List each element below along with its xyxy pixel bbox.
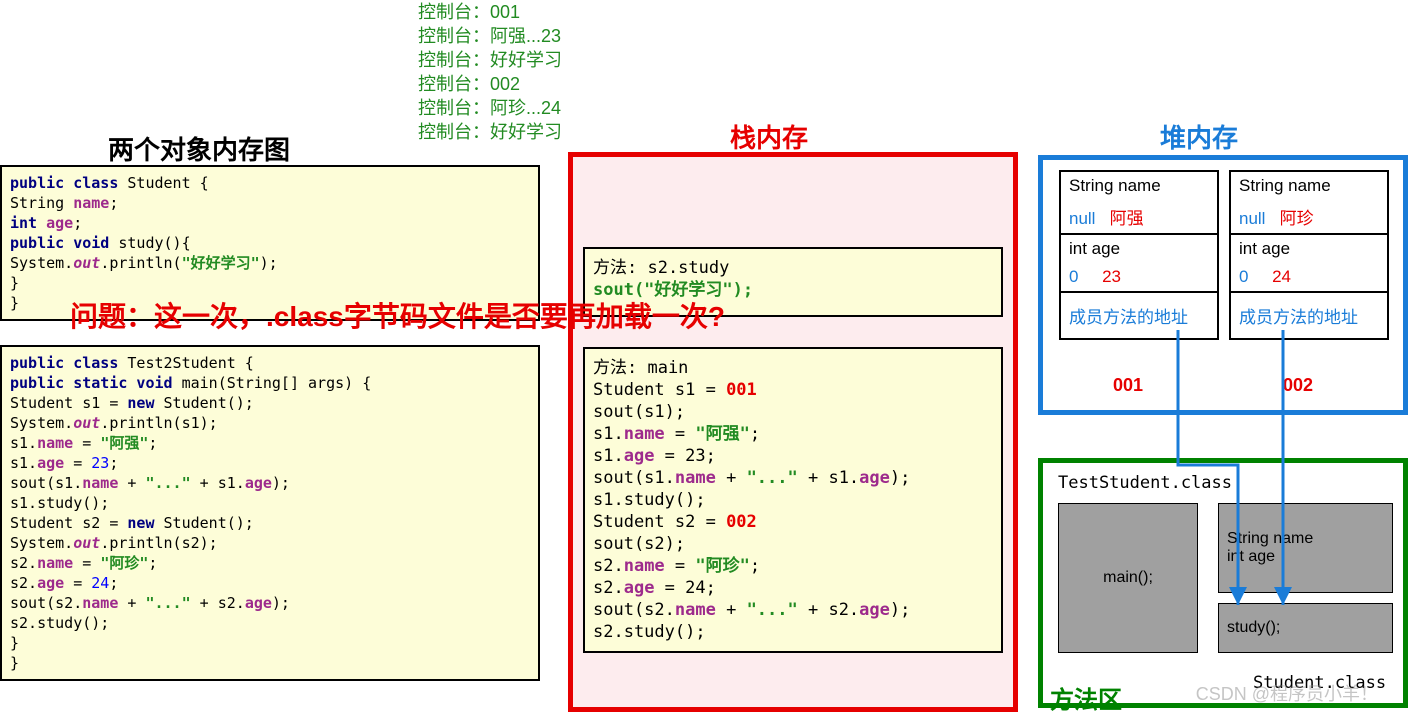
stack-title: 栈内存 bbox=[730, 118, 808, 155]
code-test-class: public class Test2Student { public stati… bbox=[0, 345, 540, 681]
object-s2: String name null 阿珍 int age 0 24 成员方法的地址 bbox=[1229, 170, 1389, 340]
console-line: 控制台：好好学习 bbox=[418, 120, 562, 144]
console-line: 控制台：阿强...23 bbox=[418, 24, 562, 48]
heap-title: 堆内存 bbox=[1160, 118, 1238, 155]
method-area-title: 方法区 bbox=[1050, 680, 1122, 715]
console-line: 控制台：001 bbox=[418, 0, 562, 24]
arrows bbox=[1038, 330, 1408, 620]
diagram-title: 两个对象内存图 bbox=[108, 130, 290, 167]
object-s1: String name null 阿强 int age 0 23 成员方法的地址 bbox=[1059, 170, 1219, 340]
console-output: 控制台：001 控制台：阿强...23 控制台：好好学习 控制台：002 控制台… bbox=[418, 0, 562, 144]
console-line: 控制台：好好学习 bbox=[418, 48, 562, 72]
console-line: 控制台：002 bbox=[418, 72, 562, 96]
watermark: CSDN @程序员小羊！ bbox=[1196, 680, 1378, 706]
stack-memory: 方法: s2.study sout("好好学习"); 方法: main Stud… bbox=[568, 152, 1018, 712]
question-text: 问题：这一次，.class字节码文件是否要再加载一次? bbox=[70, 295, 725, 335]
stack-frame-main: 方法: main Student s1 = 001 sout(s1); s1.n… bbox=[583, 347, 1003, 653]
console-line: 控制台：阿珍...24 bbox=[418, 96, 562, 120]
